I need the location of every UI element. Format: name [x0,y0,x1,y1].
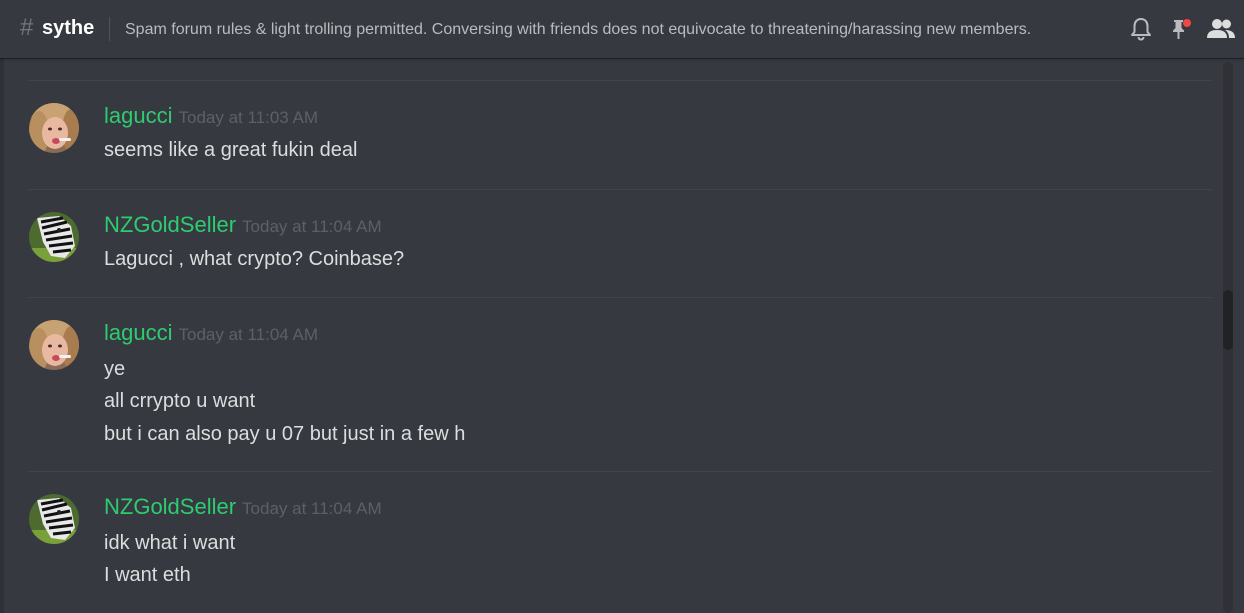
lagucci-avatar[interactable] [29,103,79,153]
header-divider [109,17,110,41]
message-timestamp: Today at 11:04 AM [242,499,382,518]
zebra-avatar[interactable] [29,494,79,544]
message-text: ye [104,358,126,380]
message-separator [28,297,1212,298]
message-separator [28,80,1212,81]
message-timestamp: Today at 11:04 AM [242,217,382,236]
scrollbar-thumb[interactable] [1223,290,1233,350]
members-icon[interactable] [1206,16,1236,42]
channel-header: # sythe Spam forum rules & light trollin… [0,0,1244,58]
message-text: all crrypto u want [104,390,256,412]
message-author[interactable]: lagucci Today at 11:04 AM [104,320,318,348]
message-list[interactable]: lagucci Today at 11:03 AM seems like a gr… [0,58,1220,613]
message-author[interactable]: NZGoldSeller Today at 11:04 AM [104,494,382,522]
notification-dot [1183,19,1191,27]
message-text: seems like a great fukin deal [104,139,358,161]
pin-icon[interactable] [1168,16,1194,42]
bell-icon[interactable] [1128,16,1154,42]
message-timestamp: Today at 11:03 AM [178,108,319,127]
chat-window: # sythe Spam forum rules & light trollin… [0,0,1244,613]
channel-hash-icon: # [20,14,34,41]
message-text: Lagucci , what crypto? Coinbase? [104,248,405,270]
message-author[interactable]: lagucci Today at 11:03 AM [104,103,318,131]
message-text: idk what i want [104,532,236,554]
zebra-avatar[interactable] [29,212,79,262]
message-separator [28,471,1212,472]
lagucci-avatar[interactable] [29,320,79,370]
message-timestamp: Today at 11:04 AM [178,325,319,344]
message-text: I want eth [104,564,191,586]
message-separator [28,189,1212,190]
channel-topic[interactable]: Spam forum rules & light trolling permit… [125,20,1031,40]
message-author[interactable]: NZGoldSeller Today at 11:04 AM [104,212,382,240]
channel-name: sythe [42,17,95,39]
message-text: but i can also pay u 07 but just in a fe… [104,423,466,445]
